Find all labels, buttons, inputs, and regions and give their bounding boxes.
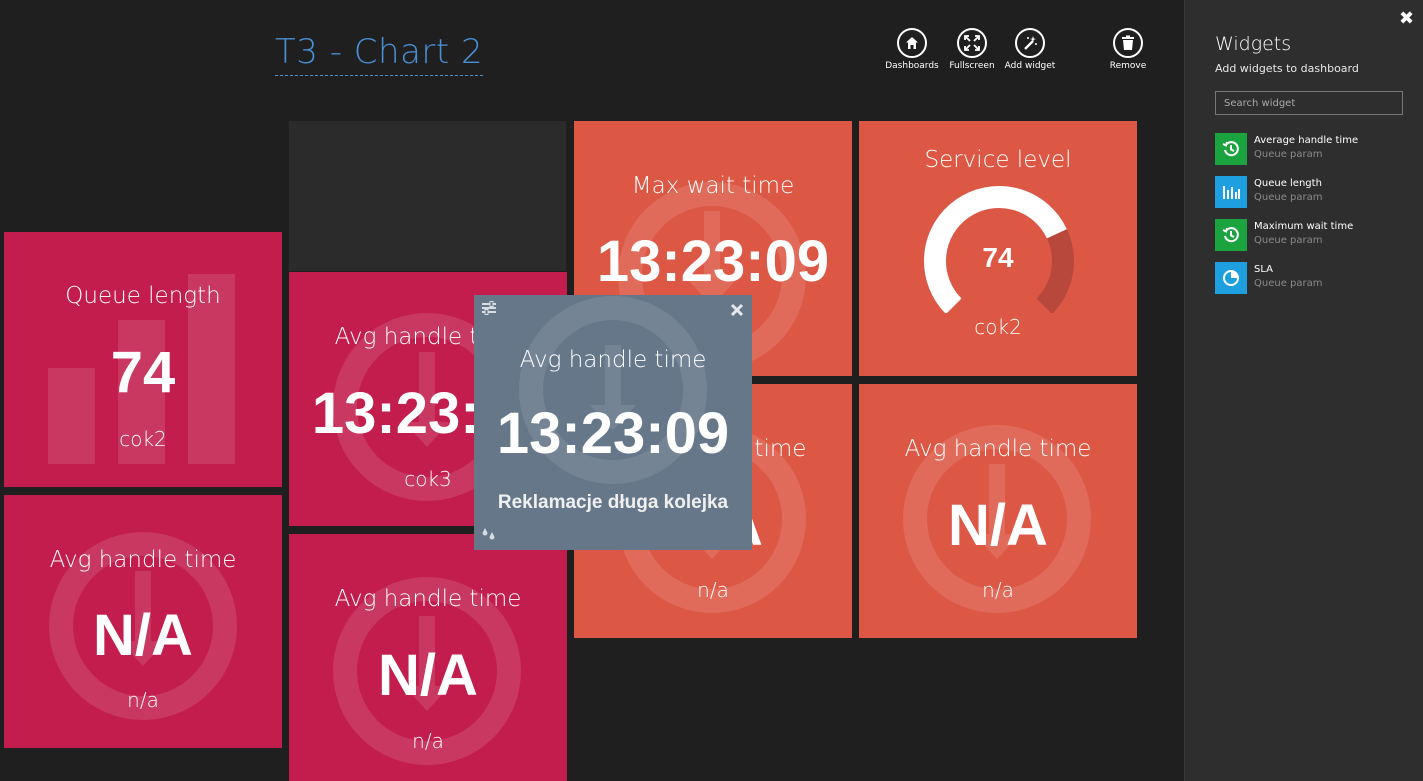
tile-value: N/A xyxy=(378,643,478,708)
dashboards-button[interactable]: Dashboards xyxy=(882,28,942,71)
close-panel-icon[interactable]: ✖ xyxy=(1399,8,1414,29)
tile-value: 74 xyxy=(110,340,176,405)
tile-title: Max wait time xyxy=(631,173,795,199)
dashboards-label: Dashboards xyxy=(885,61,939,71)
trash-icon xyxy=(1113,28,1143,58)
tile-subtitle: n/a xyxy=(697,578,729,602)
fullscreen-button[interactable]: Fullscreen xyxy=(942,28,1002,71)
empty-tile[interactable] xyxy=(289,121,566,271)
widget-type: Queue param xyxy=(1254,192,1323,203)
tile-title: Avg handle time xyxy=(519,347,707,373)
widget-name: SLA xyxy=(1254,264,1273,275)
gauge-value: 74 xyxy=(982,242,1014,273)
tile-value: N/A xyxy=(948,493,1048,558)
avg-handle-time-tile[interactable]: Avg handle time N/A n/a xyxy=(289,534,567,781)
drops-icon[interactable] xyxy=(481,527,497,541)
tile-title: Queue length xyxy=(65,283,221,309)
remove-button[interactable]: Remove xyxy=(1098,28,1158,71)
tile-subtitle: cok2 xyxy=(974,315,1022,339)
widget-name: Maximum wait time xyxy=(1254,221,1354,232)
avg-handle-time-tile[interactable]: Avg handle time N/A n/a xyxy=(859,384,1137,638)
tile-subtitle: n/a xyxy=(982,578,1014,602)
settings-sliders-icon[interactable] xyxy=(481,301,497,315)
widget-item-queue-length[interactable]: Queue length Queue param xyxy=(1215,176,1405,208)
tile-title: Avg handle time xyxy=(904,436,1092,462)
dragged-widget-tile[interactable]: Avg handle time 13:23:09 Reklamacje dług… xyxy=(474,295,752,550)
widget-type: Queue param xyxy=(1254,149,1323,160)
tile-title: Service level xyxy=(924,147,1072,173)
widget-item-average-handle-time[interactable]: Average handle time Queue param xyxy=(1215,133,1405,165)
home-icon xyxy=(897,28,927,58)
service-level-tile[interactable]: Service level 74 cok2 xyxy=(859,121,1137,376)
pie-chart-icon xyxy=(1215,262,1247,294)
panel-title: Widgets xyxy=(1215,33,1292,55)
tile-subtitle: cok2 xyxy=(119,427,167,451)
tile-title: Avg handle time xyxy=(49,547,237,573)
search-widget-input[interactable] xyxy=(1215,91,1403,115)
add-widget-button[interactable]: Add widget xyxy=(1000,28,1060,71)
bar-chart-icon xyxy=(1215,176,1247,208)
tile-title: Avg handle time xyxy=(334,586,522,612)
widget-name: Queue length xyxy=(1254,178,1322,189)
panel-subtitle: Add widgets to dashboard xyxy=(1215,62,1359,75)
fullscreen-icon xyxy=(957,28,987,58)
widget-type: Queue param xyxy=(1254,278,1323,289)
history-icon xyxy=(1215,133,1247,165)
widget-name: Average handle time xyxy=(1254,135,1359,146)
tile-value: N/A xyxy=(93,603,193,668)
widget-item-sla[interactable]: SLA Queue param xyxy=(1215,262,1405,294)
avg-handle-time-tile[interactable]: Avg handle time N/A n/a xyxy=(4,495,282,748)
tile-value: 13:23:09 xyxy=(496,401,730,466)
fullscreen-label: Fullscreen xyxy=(949,61,995,71)
tile-value: 13:23:09 xyxy=(596,229,830,294)
widgets-panel: Widgets Add widgets to dashboard Average… xyxy=(1184,0,1423,781)
queue-length-tile[interactable]: Queue length 74 cok2 xyxy=(4,232,282,487)
close-icon[interactable] xyxy=(730,303,744,317)
widget-item-maximum-wait-time[interactable]: Maximum wait time Queue param xyxy=(1215,219,1405,251)
history-icon xyxy=(1215,219,1247,251)
tile-subtitle: n/a xyxy=(127,688,159,712)
magic-wand-icon xyxy=(1015,28,1045,58)
remove-label: Remove xyxy=(1109,61,1147,71)
tile-description: Reklamacje długa kolejka xyxy=(497,492,729,513)
page-title[interactable]: T3 - Chart 2 xyxy=(275,33,484,76)
widget-type: Queue param xyxy=(1254,235,1323,246)
add-widget-label: Add widget xyxy=(1004,61,1056,71)
tile-subtitle: n/a xyxy=(412,729,444,753)
